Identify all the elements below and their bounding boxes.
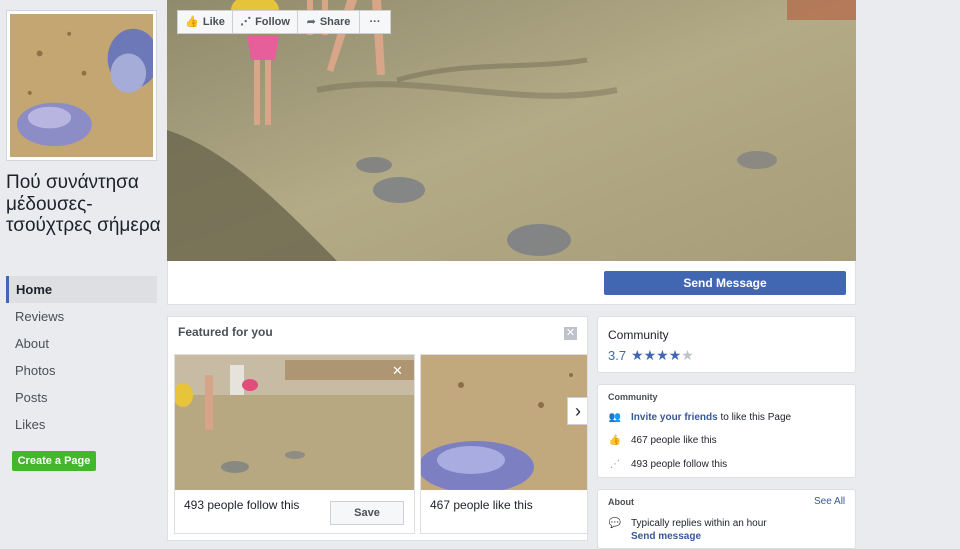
follow-label: Follow — [255, 16, 290, 28]
close-icon[interactable]: ✕ — [564, 327, 577, 340]
rss-icon: ⋰ — [240, 16, 252, 28]
profile-picture[interactable] — [6, 10, 157, 161]
star-icon: ★ — [668, 347, 682, 363]
send-message-link[interactable]: Send message — [631, 531, 701, 542]
page-title: Πού συνάντησα μέδουσες-τσούχτρες σήμερα — [6, 172, 161, 236]
thumbs-up-icon: 👍 — [608, 435, 622, 446]
card-like-count: 467 people like this — [430, 498, 533, 512]
star-icon: ★ — [681, 347, 694, 363]
rating-stars[interactable]: ★★★★★ — [631, 347, 694, 364]
share-button[interactable]: ➦ Share — [297, 10, 360, 34]
community-rating-title: Community — [608, 328, 669, 342]
featured-card[interactable]: 493 people follow this Save ✕ — [174, 354, 415, 534]
invite-friends-text: to like this Page — [717, 412, 792, 423]
about-panel: About See All 💬 Typically replies within… — [597, 489, 856, 549]
like-button[interactable]: 👍 Like — [177, 10, 233, 34]
thumbs-up-icon: 👍 — [185, 16, 199, 28]
star-icon: ★ — [643, 347, 657, 363]
see-all-link[interactable]: See All — [814, 496, 845, 507]
save-button[interactable]: Save — [330, 501, 404, 525]
community-panel: Community 👥 Invite your friends to like … — [597, 384, 856, 478]
nav-item-photos[interactable]: Photos — [6, 357, 157, 384]
invite-friends-icon: 👥 — [608, 412, 622, 423]
create-page-button[interactable]: Create a Page — [12, 451, 96, 471]
likes-count: 467 people like this — [631, 435, 717, 446]
invite-friends-link[interactable]: Invite your friends — [631, 412, 718, 423]
cover-image — [167, 0, 856, 261]
about-title: About — [608, 497, 634, 507]
response-time: Typically replies within an hour — [631, 518, 767, 529]
card-photo — [421, 355, 587, 490]
follow-button[interactable]: ⋰ Follow — [232, 10, 298, 34]
featured-title: Featured for you — [178, 325, 273, 339]
chevron-right-icon[interactable]: › — [567, 397, 587, 425]
nav-item-home[interactable]: Home — [6, 276, 157, 303]
rating-value: 3.7 — [608, 348, 627, 363]
cover-photo[interactable] — [167, 0, 856, 261]
community-rating-panel: Community 3.7 ★★★★★ — [597, 316, 856, 373]
community-title: Community — [608, 392, 658, 402]
follows-count: 493 people follow this — [631, 459, 728, 470]
nav-item-posts[interactable]: Posts — [6, 384, 157, 411]
profile-photo — [10, 14, 153, 157]
card-close-icon[interactable]: ✕ — [392, 363, 403, 379]
share-arrow-icon: ➦ — [306, 16, 316, 28]
more-options-button[interactable]: ··· — [359, 10, 391, 34]
featured-card[interactable]: 467 people like this — [420, 354, 587, 534]
like-label: Like — [202, 16, 225, 28]
send-message-button[interactable]: Send Message — [604, 271, 846, 295]
featured-for-you-panel: Featured for you ✕ 493 people follow thi… — [167, 316, 588, 541]
star-icon: ★ — [656, 347, 669, 363]
card-photo — [175, 355, 414, 490]
star-icon: ★ — [631, 347, 644, 363]
nav-item-likes[interactable]: Likes — [6, 411, 157, 438]
card-follow-count: 493 people follow this — [184, 498, 300, 512]
nav-item-about[interactable]: About — [6, 330, 157, 357]
share-label: Share — [319, 16, 351, 28]
invite-friends-row: Invite your friends to like this Page — [631, 412, 791, 423]
nav-item-reviews[interactable]: Reviews — [6, 303, 157, 330]
rss-icon: ⋰ — [610, 459, 620, 470]
messenger-icon: 💬 — [608, 518, 622, 529]
